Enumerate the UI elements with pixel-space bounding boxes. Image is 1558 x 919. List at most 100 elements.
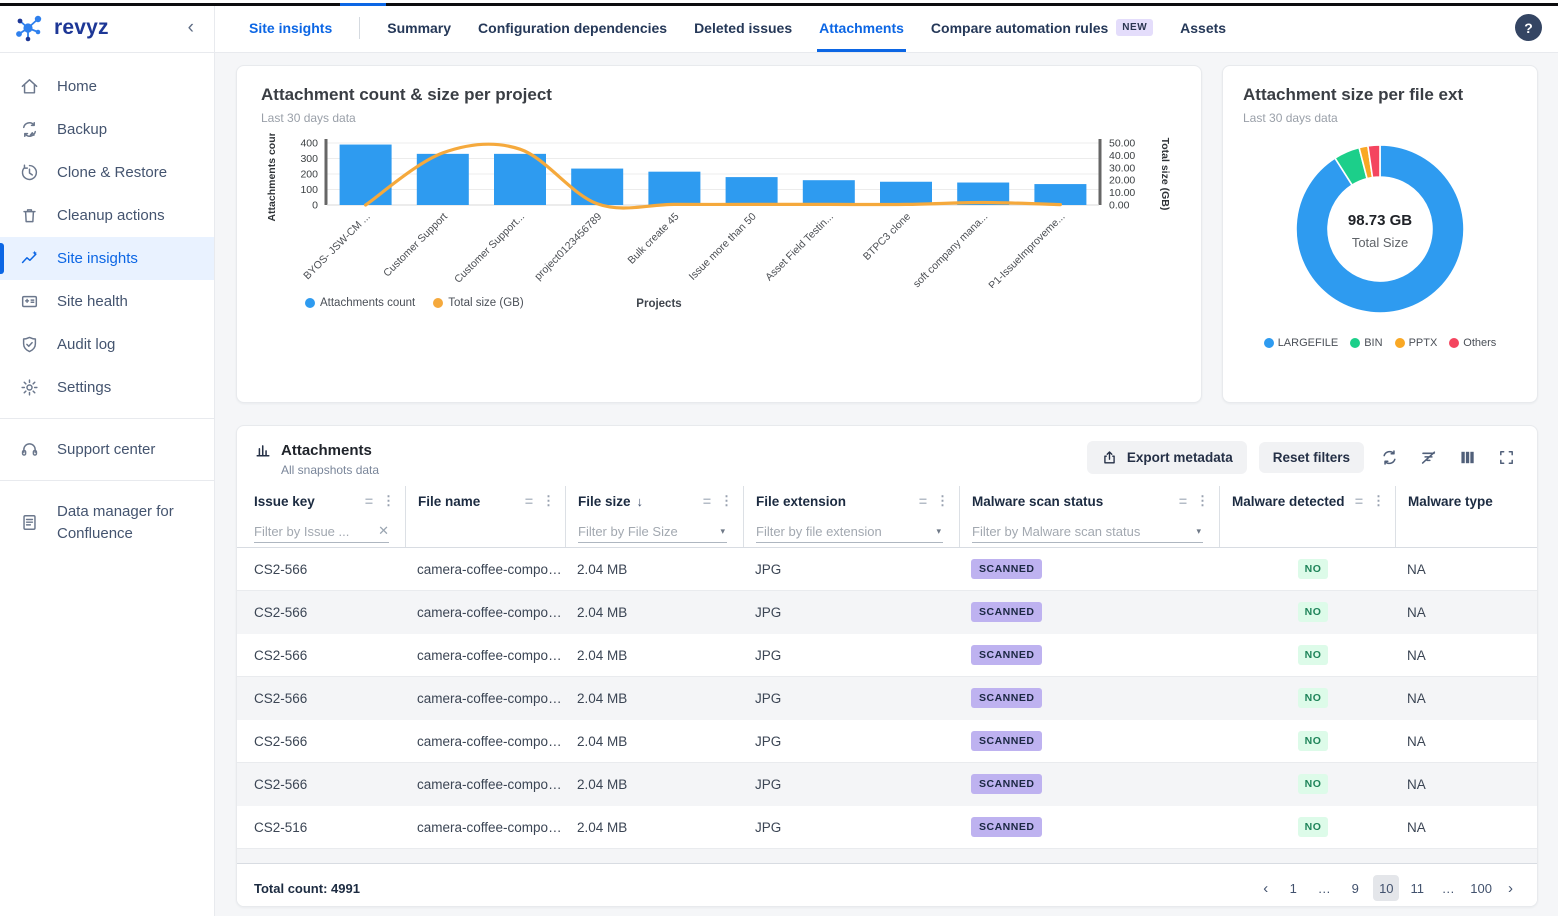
cell-scan-status: SCANNED	[959, 688, 1219, 708]
column-header-file-name: File name=⋮	[405, 486, 565, 516]
tab-summary[interactable]: Summary	[387, 3, 451, 52]
page-100[interactable]: 100	[1466, 875, 1496, 901]
tab-compare-automation-rules[interactable]: Compare automation rulesNEW	[931, 3, 1153, 52]
bar-chart: 01002003004000.0010.0020.0030.0040.0050.…	[261, 133, 1177, 293]
scanned-badge: SCANNED	[971, 774, 1042, 794]
browser-tab-indicator	[340, 3, 386, 6]
export-metadata-button[interactable]: Export metadata	[1087, 441, 1247, 474]
filter-input-file-size[interactable]	[578, 524, 714, 539]
sidebar-item-home[interactable]: Home	[0, 65, 214, 108]
column-menu-icon[interactable]: ⋮	[720, 493, 733, 509]
filter-input-file-extension[interactable]	[756, 524, 930, 539]
tab-attachments[interactable]: Attachments	[819, 3, 904, 52]
filter-input-issue-key[interactable]	[254, 524, 372, 539]
page-1[interactable]: 1	[1280, 875, 1306, 901]
scanned-badge: SCANNED	[971, 602, 1042, 622]
sidebar-collapse-icon[interactable]: ‹	[184, 16, 198, 39]
cell-file-extension: JPG	[743, 562, 959, 577]
dropdown-icon[interactable]: ▾	[936, 526, 943, 537]
column-drag-icon[interactable]: =	[1355, 493, 1363, 509]
cell-malware-detected: NO	[1219, 731, 1395, 751]
cell-scan-status: SCANNED	[959, 559, 1219, 579]
sort-desc-icon[interactable]: ↓	[637, 494, 644, 509]
cell-file-name: camera-coffee-composition	[405, 605, 565, 620]
sidebar-item-label: Data manager for Confluence	[57, 501, 190, 545]
table-subtitle: All snapshots data	[281, 463, 379, 477]
prev-page-icon[interactable]: ‹	[1256, 880, 1275, 897]
cell-file-size: 2.04 MB	[565, 691, 743, 706]
cell-file-name: camera-coffee-composition	[405, 777, 565, 792]
cell-issue-key: CS2-566	[237, 562, 405, 577]
sidebar-item-data-manager-for-confluence[interactable]: Data manager for Confluence	[0, 490, 214, 556]
sidebar-item-cleanup-actions[interactable]: Cleanup actions	[0, 194, 214, 237]
table-footer: Total count: 4991 ‹1…91011…100›	[237, 863, 1537, 907]
column-drag-icon[interactable]: =	[525, 493, 533, 509]
column-menu-icon[interactable]: ⋮	[542, 493, 555, 509]
tab-deleted-issues[interactable]: Deleted issues	[694, 3, 792, 52]
column-menu-icon[interactable]: ⋮	[1372, 493, 1385, 509]
svg-text:Total Size: Total Size	[1352, 235, 1408, 250]
sidebar-item-support-center[interactable]: Support center	[0, 428, 214, 471]
columns-button[interactable]	[1454, 444, 1481, 471]
svg-text:0: 0	[312, 200, 318, 212]
legend-label: PPTX	[1409, 337, 1438, 349]
no-badge: NO	[1298, 559, 1329, 579]
sidebar-item-clone-restore[interactable]: Clone & Restore	[0, 151, 214, 194]
donut-legend-item-bin[interactable]: BIN	[1350, 337, 1382, 349]
reset-filters-label: Reset filters	[1273, 450, 1350, 465]
column-drag-icon[interactable]: =	[919, 493, 927, 509]
dropdown-icon[interactable]: ▾	[1196, 526, 1203, 537]
cell-scan-status: SCANNED	[959, 731, 1219, 751]
clear-filter-icon[interactable]: ✕	[378, 523, 389, 539]
sidebar-item-backup[interactable]: Backup	[0, 108, 214, 151]
page-ellipsis: …	[1311, 875, 1337, 901]
filter-field: ▾	[756, 524, 943, 543]
breadcrumb[interactable]: Site insights	[249, 3, 332, 52]
column-menu-icon[interactable]: ⋮	[936, 493, 949, 509]
sidebar-item-settings[interactable]: Settings	[0, 366, 214, 409]
column-menu-icon[interactable]: ⋮	[1196, 493, 1209, 509]
cell-file-name: camera-coffee-composition	[405, 820, 565, 835]
filter-off-button[interactable]	[1415, 444, 1442, 471]
topbar: Site insights Summary Configuration depen…	[215, 3, 1558, 53]
cell-file-name: camera-coffee-composition	[405, 562, 565, 577]
tab-bar: Site insights Summary Configuration depen…	[249, 3, 1226, 52]
cell-malware-detected: NO	[1219, 688, 1395, 708]
donut-subtitle: Last 30 days data	[1243, 111, 1517, 125]
donut-legend-item-pptx[interactable]: PPTX	[1395, 337, 1438, 349]
clone-restore-icon	[19, 162, 40, 183]
x-axis-title: Projects	[261, 298, 1057, 310]
refresh-icon	[1380, 448, 1399, 467]
dropdown-icon[interactable]: ▾	[720, 526, 727, 537]
tab-assets[interactable]: Assets	[1180, 3, 1226, 52]
next-page-icon[interactable]: ›	[1501, 880, 1520, 897]
refresh-button[interactable]	[1376, 444, 1403, 471]
sidebar-item-site-insights[interactable]: Site insights	[0, 237, 214, 280]
donut-legend-item-others[interactable]: Others	[1449, 337, 1496, 349]
page-11[interactable]: 11	[1404, 875, 1430, 901]
cell-file-extension: JPG	[743, 648, 959, 663]
cell-scan-status: SCANNED	[959, 602, 1219, 622]
help-button[interactable]: ?	[1515, 14, 1542, 41]
column-menu-icon[interactable]: ⋮	[382, 493, 395, 509]
donut-legend-item-largefile[interactable]: LARGEFILE	[1264, 337, 1339, 349]
tab-configuration-dependencies[interactable]: Configuration dependencies	[478, 3, 667, 52]
column-header-malware-scan-status: Malware scan status=⋮	[959, 486, 1219, 516]
column-drag-icon[interactable]: =	[1179, 493, 1187, 509]
sidebar-item-label: Support center	[57, 441, 155, 458]
cell-issue-key: CS2-566	[237, 648, 405, 663]
reset-filters-button[interactable]: Reset filters	[1259, 442, 1364, 473]
column-drag-icon[interactable]: =	[365, 493, 373, 509]
sidebar-item-audit-log[interactable]: Audit log	[0, 323, 214, 366]
sidebar-item-site-health[interactable]: Site health	[0, 280, 214, 323]
fullscreen-button[interactable]	[1493, 444, 1520, 471]
column-drag-icon[interactable]: =	[703, 493, 711, 509]
filter-input-malware-scan-status[interactable]	[972, 524, 1190, 539]
cell-file-size: 2.04 MB	[565, 562, 743, 577]
tab-divider	[359, 17, 360, 39]
page-10[interactable]: 10	[1373, 875, 1399, 901]
filter-cell: ✕	[237, 516, 405, 547]
table-row: CS2-566camera-coffee-composition2.04 MBJ…	[237, 591, 1537, 634]
audit-log-icon	[19, 334, 40, 355]
page-9[interactable]: 9	[1342, 875, 1368, 901]
